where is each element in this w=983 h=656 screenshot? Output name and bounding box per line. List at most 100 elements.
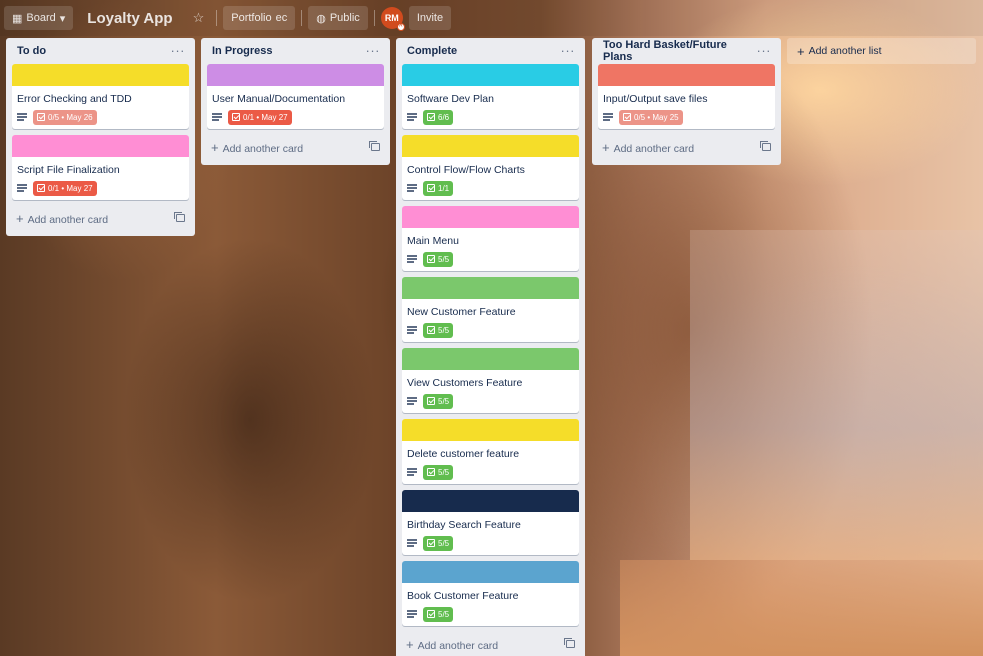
card-badges: 0/1 • May 27 bbox=[17, 180, 184, 196]
card-badges: 6/6 bbox=[407, 109, 574, 125]
globe-icon: ◍ bbox=[316, 12, 326, 25]
header-divider bbox=[301, 10, 303, 26]
card[interactable]: Main Menu 5/5 bbox=[402, 206, 579, 271]
card-badges: 5/5 bbox=[407, 606, 574, 622]
card-body: Control Flow/Flow Charts 1/1 bbox=[402, 157, 579, 200]
card-body: Software Dev Plan 6/6 bbox=[402, 86, 579, 129]
checklist-icon bbox=[232, 113, 240, 121]
card[interactable]: User Manual/Documentation 0/1 • May 27 bbox=[207, 64, 384, 129]
checklist-badge: 6/6 bbox=[423, 109, 454, 125]
checklist-badge: 5/5 bbox=[423, 251, 454, 267]
list-header: Complete ··· bbox=[402, 38, 579, 64]
card-template-icon[interactable] bbox=[174, 212, 185, 222]
checklist-badge: 0/5 • May 26 bbox=[33, 109, 97, 125]
card[interactable]: Control Flow/Flow Charts 1/1 bbox=[402, 135, 579, 200]
checklist-badge: 5/5 bbox=[423, 535, 454, 551]
add-list-label: Add another list bbox=[808, 45, 882, 57]
add-card-button[interactable]: + Add another card bbox=[598, 135, 775, 159]
card-cover bbox=[402, 561, 579, 583]
plus-icon: + bbox=[602, 139, 610, 155]
list-title[interactable]: In Progress bbox=[212, 45, 273, 57]
card-cover bbox=[402, 277, 579, 299]
checklist-badge-text: 0/5 • May 26 bbox=[48, 112, 93, 122]
card[interactable]: Error Checking and TDD 0/5 • May 26 bbox=[12, 64, 189, 129]
checklist-badge: 1/1 bbox=[423, 180, 454, 196]
card[interactable]: New Customer Feature 5/5 bbox=[402, 277, 579, 342]
add-card-button[interactable]: + Add another card bbox=[12, 206, 189, 230]
board-header: ▦ Board ▾ Loyalty App ☆ Portfolio ec ◍ P… bbox=[0, 0, 983, 36]
list-header: Too Hard Basket/Future Plans ··· bbox=[598, 38, 775, 64]
checklist-badge: 0/1 • May 27 bbox=[228, 109, 292, 125]
card-cover bbox=[598, 64, 775, 86]
card-title: Software Dev Plan bbox=[407, 93, 494, 105]
ellipsis-icon[interactable]: ··· bbox=[171, 44, 186, 57]
header-divider bbox=[373, 10, 375, 26]
card-badges: 0/5 • May 25 bbox=[603, 109, 770, 125]
invite-button[interactable]: Invite bbox=[408, 6, 452, 30]
visibility-button[interactable]: ◍ Public bbox=[308, 6, 368, 30]
add-card-button[interactable]: + Add another card bbox=[207, 135, 384, 159]
checklist-icon bbox=[427, 184, 435, 192]
card-cover bbox=[207, 64, 384, 86]
board-view-switcher[interactable]: ▦ Board ▾ bbox=[4, 6, 74, 30]
add-card-button[interactable]: + Add another card bbox=[402, 632, 579, 656]
card-title: New Customer Feature bbox=[407, 306, 516, 318]
description-icon bbox=[407, 468, 417, 476]
avatar-initials: RM bbox=[384, 13, 399, 23]
add-list-button[interactable]: + Add another list bbox=[787, 38, 976, 64]
card-body: Script File Finalization 0/1 • May 27 bbox=[12, 157, 189, 200]
card[interactable]: Birthday Search Feature 5/5 bbox=[402, 490, 579, 555]
list-title[interactable]: Complete bbox=[407, 45, 457, 57]
plus-icon: + bbox=[406, 636, 414, 652]
checklist-badge-text: 5/5 bbox=[438, 254, 450, 264]
card[interactable]: Script File Finalization 0/1 • May 27 bbox=[12, 135, 189, 200]
card-title: Error Checking and TDD bbox=[17, 93, 132, 105]
card-body: Book Customer Feature 5/5 bbox=[402, 583, 579, 626]
board-icon: ▦ bbox=[12, 12, 23, 25]
member-avatar[interactable]: RM ^ bbox=[380, 7, 405, 31]
checklist-icon bbox=[427, 326, 435, 334]
workspace-button[interactable]: Portfolio ec bbox=[223, 6, 296, 30]
card-title: Book Customer Feature bbox=[407, 590, 519, 602]
admin-badge-icon: ^ bbox=[396, 23, 405, 31]
description-icon bbox=[407, 326, 417, 334]
list-column: To do ··· Error Checking and TDD 0/5 • May … bbox=[6, 38, 195, 236]
header-divider bbox=[216, 10, 218, 26]
card-title: View Customers Feature bbox=[407, 377, 523, 389]
checklist-icon bbox=[427, 397, 435, 405]
card[interactable]: Input/Output save files 0/5 • May 25 bbox=[598, 64, 775, 129]
ellipsis-icon[interactable]: ··· bbox=[366, 44, 381, 57]
checklist-badge-text: 5/5 bbox=[438, 396, 450, 406]
checklist-badge-text: 0/1 • May 27 bbox=[243, 112, 288, 122]
board-title[interactable]: Loyalty App bbox=[79, 10, 180, 27]
card-body: Error Checking and TDD 0/5 • May 26 bbox=[12, 86, 189, 129]
checklist-badge-text: 5/5 bbox=[438, 325, 450, 335]
list-title[interactable]: Too Hard Basket/Future Plans bbox=[603, 39, 757, 63]
ellipsis-icon[interactable]: ··· bbox=[757, 44, 772, 57]
card-cover bbox=[402, 419, 579, 441]
card[interactable]: Book Customer Feature 5/5 bbox=[402, 561, 579, 626]
card-body: User Manual/Documentation 0/1 • May 27 bbox=[207, 86, 384, 129]
card-cover bbox=[402, 490, 579, 512]
checklist-badge-text: 0/5 • May 25 bbox=[634, 112, 679, 122]
description-icon bbox=[407, 184, 417, 192]
list-title[interactable]: To do bbox=[17, 45, 46, 57]
checklist-badge-text: 5/5 bbox=[438, 609, 450, 619]
card-cover bbox=[402, 64, 579, 86]
description-icon bbox=[407, 610, 417, 618]
star-icon[interactable]: ☆ bbox=[187, 10, 211, 26]
card-badges: 5/5 bbox=[407, 393, 574, 409]
ellipsis-icon[interactable]: ··· bbox=[561, 44, 576, 57]
card[interactable]: View Customers Feature 5/5 bbox=[402, 348, 579, 413]
card[interactable]: Delete customer feature 5/5 bbox=[402, 419, 579, 484]
checklist-badge-text: 6/6 bbox=[438, 112, 450, 122]
card-title: Control Flow/Flow Charts bbox=[407, 164, 525, 176]
card-body: New Customer Feature 5/5 bbox=[402, 299, 579, 342]
description-icon bbox=[407, 539, 417, 547]
list-column: In Progress ··· User Manual/Documentation 0… bbox=[201, 38, 390, 165]
card[interactable]: Software Dev Plan 6/6 bbox=[402, 64, 579, 129]
card-template-icon[interactable] bbox=[369, 141, 380, 151]
card-template-icon[interactable] bbox=[760, 141, 771, 151]
card-template-icon[interactable] bbox=[564, 638, 575, 648]
card-cover bbox=[402, 206, 579, 228]
